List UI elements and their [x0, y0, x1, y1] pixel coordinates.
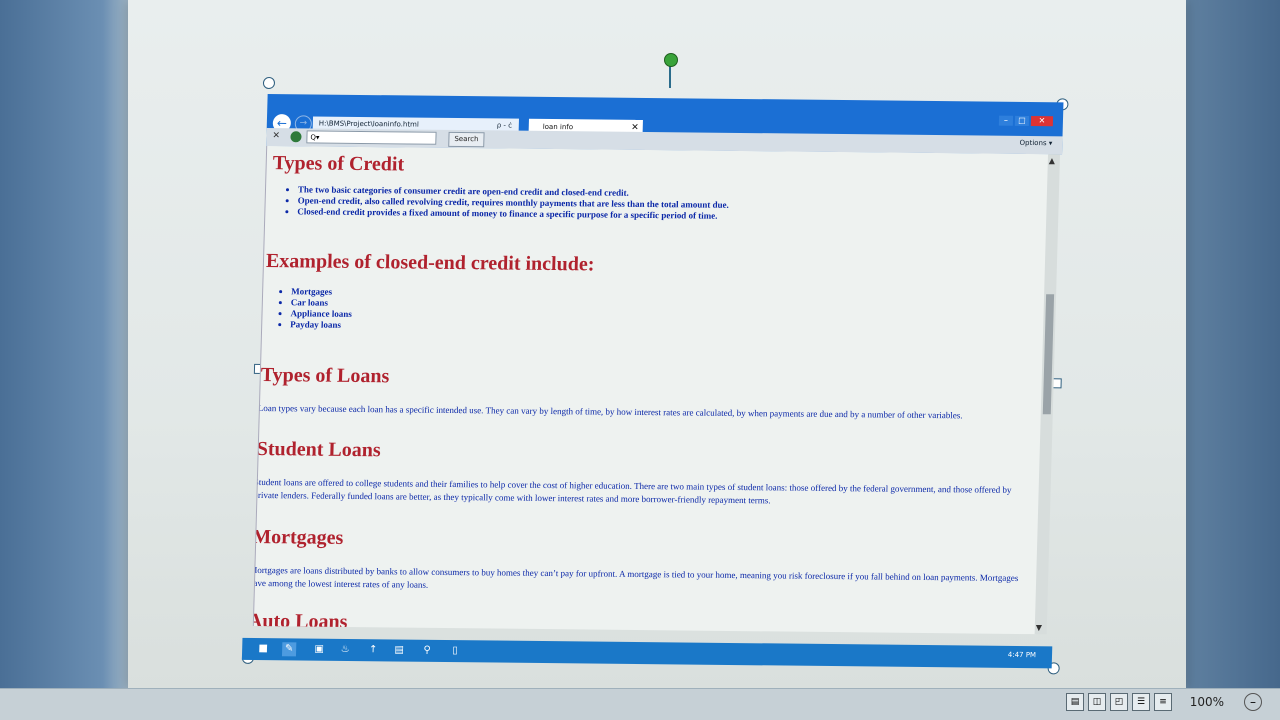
heading-auto-loans: Auto Loans — [252, 609, 348, 633]
close-toolbar-icon[interactable]: ✕ — [272, 131, 280, 141]
list-item: Mortgages — [291, 286, 353, 298]
credit-list: The two basic categories of consumer cre… — [275, 184, 729, 222]
app-icon[interactable]: ▣ — [312, 643, 326, 657]
word-status-bar: ▤ ◫ ◰ ☰ ≡ 100% – — [0, 688, 1280, 720]
zoom-level[interactable]: 100% — [1190, 695, 1224, 709]
list-item: Appliance loans — [290, 308, 352, 320]
outline-icon[interactable]: ☰ — [1132, 693, 1150, 711]
heading-types-of-loans: Types of Loans — [260, 363, 390, 388]
scroll-up-icon[interactable]: ▲ — [1049, 156, 1055, 165]
list-item: Payday loans — [290, 319, 352, 331]
app-icon[interactable]: ↑ — [366, 643, 380, 657]
windows-taskbar: ■ ✎ ▣ ♨ ↑ ▤ ⚲ ▯ 4:47 PM — [241, 637, 1053, 669]
resize-handle-top-left[interactable] — [262, 76, 276, 90]
mortgages-text: Mortgages are loans distributed by banks… — [252, 564, 1019, 590]
rotate-handle-line — [669, 64, 671, 88]
app-icon[interactable]: ▯ — [448, 644, 462, 658]
search-button[interactable]: Search — [448, 131, 485, 148]
close-icon[interactable]: ✕ — [1030, 115, 1054, 127]
options-label: Options — [1019, 138, 1047, 148]
full-screen-reading-icon[interactable]: ◫ — [1088, 693, 1106, 711]
web-layout-icon[interactable]: ◰ — [1110, 693, 1128, 711]
minimize-icon[interactable]: – — [998, 115, 1014, 126]
heading-closed-end-examples: Examples of closed-end credit include: — [265, 250, 595, 276]
heading-mortgages: Mortgages — [252, 525, 344, 549]
types-of-loans-text: Loan types vary because each loan has a … — [257, 402, 963, 421]
list-item: Car loans — [291, 297, 353, 309]
taskbar-clock: 4:47 PM — [1007, 650, 1037, 660]
app-icon[interactable]: ⚲ — [420, 644, 434, 658]
app-icon[interactable]: ▤ — [392, 643, 406, 657]
print-layout-icon[interactable]: ▤ — [1066, 693, 1084, 711]
rotate-handle[interactable] — [664, 53, 678, 67]
maximize-icon[interactable]: □ — [1014, 115, 1030, 126]
heading-types-of-credit: Types of Credit — [272, 152, 405, 176]
zoom-out-button[interactable]: – — [1244, 693, 1262, 711]
page-content: Types of Credit The two basic categories… — [252, 145, 1050, 635]
options-menu[interactable]: Options ▾ — [1019, 139, 1052, 147]
closed-end-list: Mortgages Car loans Appliance loans Payd… — [268, 286, 352, 331]
start-icon[interactable]: ■ — [256, 642, 270, 656]
window-controls: – □ ✕ — [998, 115, 1054, 127]
heading-student-loans: Student Loans — [256, 437, 381, 462]
app-icon[interactable]: ♨ — [338, 643, 352, 657]
pen-app-icon[interactable]: ✎ — [281, 642, 297, 657]
student-loans-text: Student loans are offered to college stu… — [253, 476, 1012, 506]
draft-icon[interactable]: ≡ — [1154, 693, 1172, 711]
view-buttons: ▤ ◫ ◰ ☰ ≡ — [1066, 693, 1172, 711]
search-input[interactable]: Q▾ — [306, 130, 437, 145]
embedded-screenshot[interactable]: – □ ✕ ← → H:\BMS\Project\loaninfo.html ρ… — [241, 76, 1069, 675]
scroll-down-icon[interactable]: ▼ — [1036, 623, 1042, 632]
globe-icon — [290, 131, 302, 143]
scrollbar-thumb[interactable] — [1042, 294, 1055, 415]
